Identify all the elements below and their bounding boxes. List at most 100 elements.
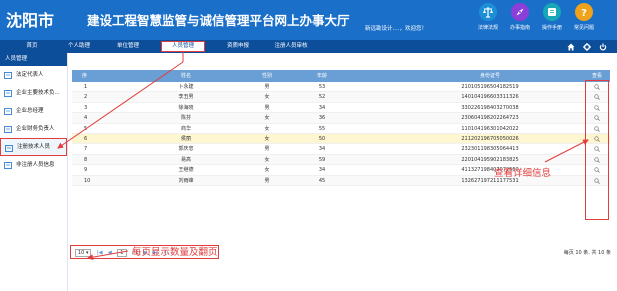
- nav-icon-group: [567, 41, 607, 52]
- table-row[interactable]: 1 卜永建 男 53 210105196504182519: [72, 82, 610, 93]
- first-page-icon[interactable]: |◀: [96, 250, 102, 256]
- sidebar-item-registered-technicians[interactable]: 注册技术人员: [0, 138, 67, 156]
- nav-home[interactable]: 首页: [12, 41, 52, 52]
- sidebar-item-label: 法定代表人: [16, 72, 44, 78]
- cell-age: 52: [318, 94, 326, 101]
- cell-name: 商华: [180, 125, 191, 132]
- question-icon: ?: [575, 3, 593, 21]
- col-header-sex: 性别: [261, 73, 272, 79]
- cell-age: 59: [318, 156, 326, 163]
- current-page-input[interactable]: 1: [116, 249, 127, 257]
- cell-age: 50: [318, 135, 326, 142]
- cell-number: 8: [84, 156, 88, 163]
- col-header-name: 姓名: [180, 73, 191, 79]
- welcome-text: 新远勘设计....，欢迎您！: [365, 26, 427, 32]
- nav-qualification-declaration[interactable]: 资质申报: [216, 41, 260, 52]
- document-icon: [4, 72, 12, 79]
- manual-label: 操作手册: [541, 25, 562, 31]
- cell-number: 1: [84, 84, 88, 90]
- sidebar-item-finance-lead[interactable]: 企业财务负责人: [0, 120, 67, 138]
- cell-age: 34: [318, 104, 326, 111]
- nav-unit-management[interactable]: 单位管理: [106, 41, 150, 52]
- cell-age: 34: [318, 146, 326, 153]
- sidebar-item-legal-representative[interactable]: 法定代表人: [0, 66, 67, 84]
- home-icon[interactable]: [567, 43, 575, 51]
- cell-number: 10: [84, 177, 91, 184]
- table-row[interactable]: 6 侯丽 女 50 211202196705050026: [72, 133, 610, 145]
- sidebar: 人员管理 法定代表人 企业主要技术负... 企业总经理 企业财务负责人 注册技术…: [0, 53, 68, 291]
- cell-age: 36: [318, 115, 326, 122]
- sidebar-item-technical-lead[interactable]: 企业主要技术负...: [0, 84, 67, 102]
- app-subtitle: 建设工程智慧监管与诚信管理平台网上办事大厅: [87, 13, 350, 28]
- sidebar-item-general-manager[interactable]: 企业总经理: [0, 102, 67, 120]
- col-header-age: 年龄: [316, 73, 327, 79]
- cell-sex: 男: [264, 177, 270, 184]
- table-row[interactable]: 8 易高 女 59 220104195902183825: [72, 154, 610, 166]
- table-row[interactable]: 7 郭庆忠 男 34 232301198305064413: [72, 144, 610, 155]
- guide-button[interactable]: 办事指南: [504, 3, 536, 39]
- col-header-id-number: 身份证号: [479, 73, 500, 79]
- sidebar-item-unregistered-staff[interactable]: 非注册人员信息: [0, 156, 67, 174]
- cell-id-number: 232301198305064413: [461, 146, 519, 153]
- page-size-value: 10: [78, 250, 85, 256]
- cell-sex: 女: [264, 94, 270, 101]
- cell-name: 易高: [180, 156, 191, 163]
- laws-label: 法律法规: [477, 25, 498, 31]
- cell-sex: 女: [264, 156, 270, 163]
- cell-id-number: 140104196603311326: [461, 94, 519, 101]
- cell-number: 4: [84, 115, 88, 122]
- table-header: 序 姓名 性别 年龄 身份证号 查看: [72, 70, 610, 82]
- cell-number: 6: [84, 135, 88, 142]
- cell-sex: 女: [264, 135, 270, 142]
- cell-name: 郭庆忠: [178, 146, 194, 153]
- table-row[interactable]: 3 徐海晓 男 34 330226198403270038: [72, 103, 610, 114]
- nav-personal-assistant[interactable]: 个人助理: [57, 41, 101, 52]
- cell-name: 王继德: [178, 167, 194, 174]
- cell-number: 3: [84, 104, 88, 111]
- document-icon: [5, 145, 13, 152]
- guide-label: 办事指南: [509, 25, 530, 31]
- cell-name: 刘雨峰: [178, 177, 194, 184]
- power-icon[interactable]: [599, 43, 607, 51]
- cell-age: 34: [318, 167, 326, 174]
- nav-registered-review[interactable]: 注册人员审核: [263, 41, 319, 52]
- sidebar-item-label: 企业财务负责人: [16, 126, 55, 132]
- cell-name: 李丑男: [178, 94, 194, 101]
- page-size-select[interactable]: 10 ▾: [75, 249, 92, 257]
- cell-number: 2: [84, 94, 88, 101]
- sidebar-item-label: 企业主要技术负...: [16, 90, 60, 96]
- cell-sex: 男: [264, 104, 270, 111]
- cell-number: 5: [84, 125, 88, 132]
- cell-name: 卜永建: [178, 84, 194, 90]
- svg-text:?: ?: [581, 8, 587, 18]
- sidebar-item-label: 注册技术人员: [17, 144, 51, 150]
- cell-sex: 女: [264, 167, 270, 174]
- manual-button[interactable]: 操作手册: [536, 3, 568, 39]
- laws-button[interactable]: 法律法规: [472, 3, 504, 39]
- sidebar-item-label: 企业总经理: [16, 108, 44, 114]
- table-row[interactable]: 4 陈芬 女 36 230604198202264723: [72, 113, 610, 124]
- prev-page-icon[interactable]: ◀: [108, 250, 112, 256]
- table-row[interactable]: 2 李丑男 女 52 140104196603311326: [72, 92, 610, 103]
- cell-number: 9: [84, 167, 88, 174]
- cell-sex: 女: [264, 115, 270, 122]
- sidebar-item-label: 非注册人员信息: [16, 162, 55, 168]
- cell-id-number: 330226198403270038: [461, 104, 519, 111]
- pagination-summary: 每页 10 条, 共 10 条: [563, 250, 611, 256]
- view-column-callout-box: [585, 80, 609, 220]
- cell-id-number: 210105196504182519: [461, 84, 519, 90]
- scales-icon: [479, 3, 497, 21]
- col-header-number: 序: [82, 73, 88, 79]
- nav-personnel-management[interactable]: 人员管理: [161, 41, 205, 52]
- cell-name: 陈芬: [180, 115, 191, 122]
- main-nav: 首页 个人助理 单位管理 人员管理 资质申报 注册人员审核: [0, 40, 617, 53]
- header-bar: 沈阳市 建设工程智慧监管与诚信管理平台网上办事大厅 新远勘设计....，欢迎您！…: [0, 0, 617, 40]
- cell-age: 53: [318, 84, 326, 90]
- sidebar-heading: 人员管理: [0, 53, 67, 66]
- app-title: 沈阳市: [6, 11, 55, 30]
- table-row[interactable]: 5 商华 女 55 110104196301042022: [72, 124, 610, 134]
- gear-icon[interactable]: [583, 42, 591, 51]
- faq-button[interactable]: ? 常见问题: [568, 3, 600, 39]
- document-icon: [4, 126, 12, 133]
- document-icon: [4, 162, 12, 169]
